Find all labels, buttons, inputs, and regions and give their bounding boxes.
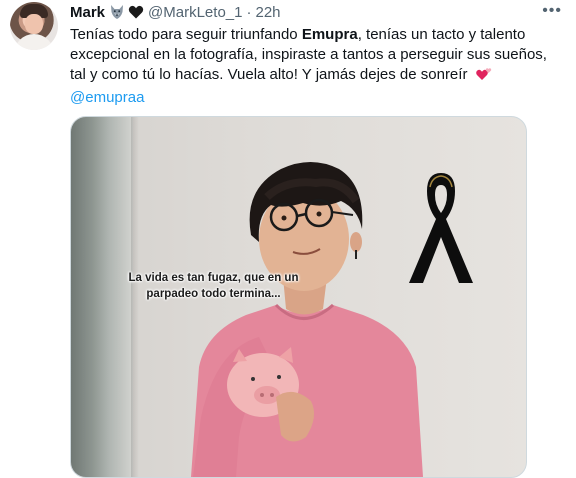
avatar[interactable] [10, 2, 58, 50]
photo-caption: La vida es tan fugaz, que en un parpadeo… [128, 272, 299, 300]
user-handle[interactable]: @MarkLeto_1 [148, 4, 242, 21]
tweet-text-part1: Tenías todo para seguir triunfando [70, 26, 302, 43]
timestamp[interactable]: 22h [255, 4, 280, 21]
separator-dot: · [246, 3, 252, 21]
revolving-hearts-emoji-icon [475, 66, 493, 88]
tweet-text-bold-name: Emupra [301, 26, 358, 43]
display-name[interactable]: Mark [70, 4, 105, 21]
tweet-media-image[interactable]: La vida es tan fugaz, que en un parpadeo… [70, 116, 527, 478]
mention-link[interactable]: @emupraa [70, 89, 144, 106]
tweet-header: Mark @MarkLeto_1 · 22h [70, 3, 281, 21]
tweet-text: Tenías todo para seguir triunfando Emupr… [70, 25, 566, 108]
wolf-emoji-icon [109, 4, 125, 20]
black-ribbon-icon [409, 173, 473, 283]
black-heart-emoji-icon [128, 4, 144, 20]
more-dots-icon[interactable]: ••• [542, 2, 562, 20]
